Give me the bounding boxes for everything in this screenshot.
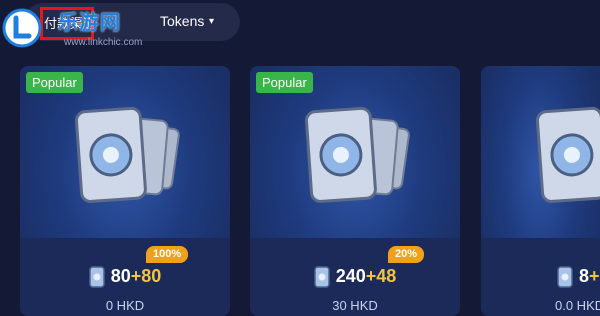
price-label: 0.0 HKD	[555, 298, 600, 313]
popular-badge: Popular	[256, 72, 313, 93]
token-bonus-amount: +80	[130, 266, 162, 286]
token-pack-card[interactable]: 8+ 0.0 HKD	[481, 66, 600, 316]
popular-badge: Popular	[26, 72, 83, 93]
token-bonus-amount: +	[589, 266, 600, 286]
ticket-stack-icon	[304, 106, 410, 203]
token-coin-icon	[557, 266, 573, 288]
bonus-percent-tag: 100%	[146, 246, 189, 263]
price-label: 0 HKD	[105, 298, 145, 313]
tokens-dropdown-label[interactable]: Tokens	[160, 13, 204, 29]
token-bonus-amount: +48	[365, 266, 397, 286]
token-amount: 8+	[557, 266, 600, 288]
ticket-stack-icon	[535, 106, 600, 203]
token-coin-icon	[313, 266, 330, 288]
token-pack-card[interactable]: Popular 20% 240+48 30 HKD	[250, 66, 460, 316]
token-coin-icon	[88, 266, 105, 288]
ticket-stack-icon	[74, 106, 180, 203]
watermark-name: 乐游网	[58, 12, 121, 34]
token-amount: 80+80	[20, 266, 230, 288]
watermark-url: www.linkchic.com	[64, 37, 143, 48]
price-label: 30 HKD	[332, 298, 378, 313]
chevron-down-icon[interactable]: ▾	[209, 16, 214, 27]
token-amount: 240+48	[250, 266, 460, 288]
token-base-amount: 8	[579, 266, 590, 286]
watermark-logo-icon	[2, 8, 42, 48]
token-base-amount: 80	[110, 266, 131, 286]
token-base-amount: 240	[335, 266, 366, 286]
bonus-percent-tag: 20%	[388, 246, 425, 263]
token-pack-card[interactable]: Popular 100% 80+80 0 HKD	[20, 66, 230, 316]
